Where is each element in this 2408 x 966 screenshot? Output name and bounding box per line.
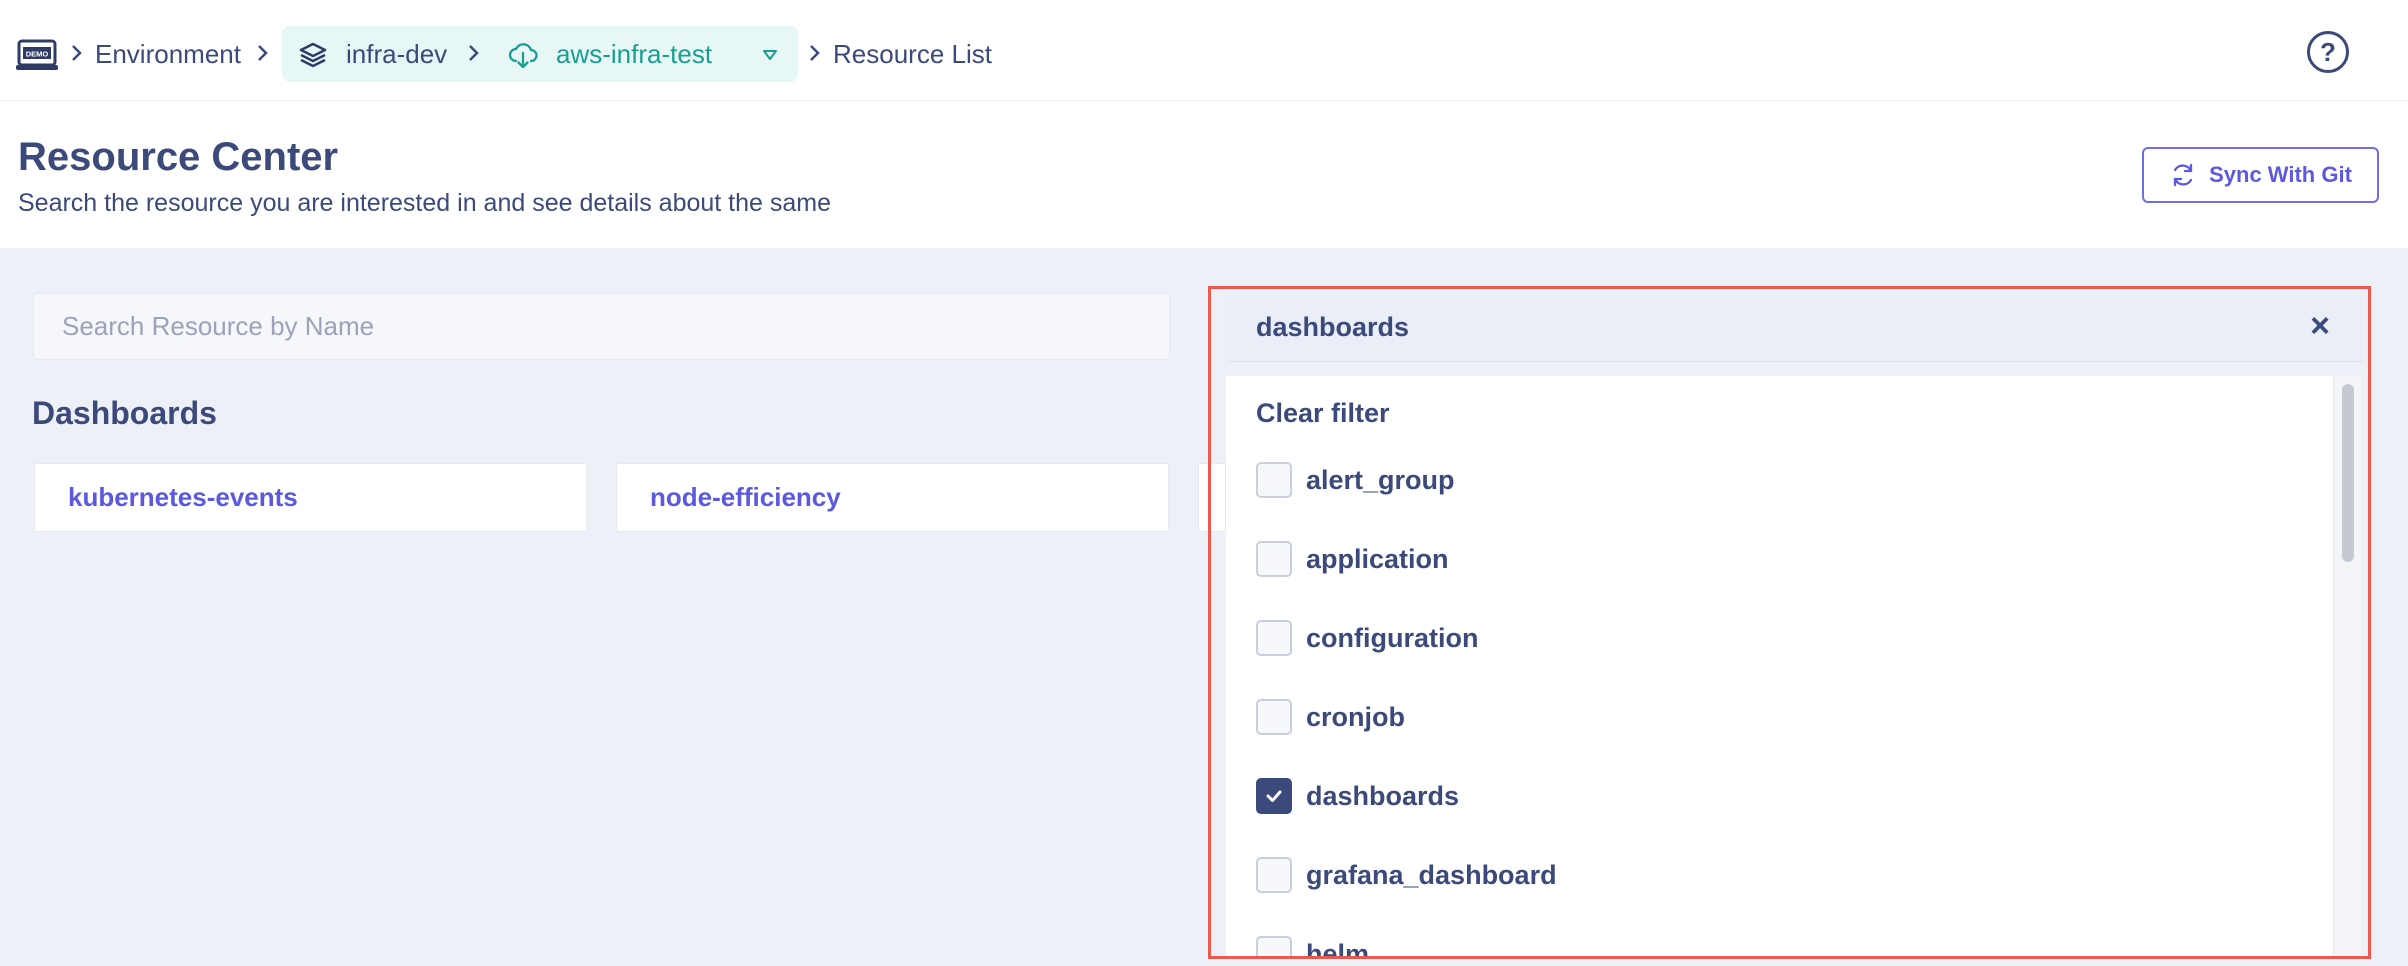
page-title: Resource Center	[18, 135, 339, 179]
refresh-icon	[2173, 163, 2193, 187]
highlight-outline	[1208, 286, 2371, 959]
breadcrumb-environment[interactable]: Environment	[95, 36, 241, 72]
sync-button-label: Sync With Git	[2209, 162, 2352, 187]
search-resource-input[interactable]	[33, 293, 1170, 360]
section-title-dashboards: Dashboards	[32, 395, 217, 431]
resource-card[interactable]: kubernetes-events	[34, 463, 587, 532]
breadcrumb-environment-name[interactable]: aws-infra-test	[556, 36, 712, 72]
chevron-right-icon	[258, 45, 268, 61]
resource-card[interactable]: node-efficiency	[616, 463, 1169, 532]
chevron-right-icon	[72, 45, 82, 61]
logo-text: DEMO	[26, 50, 49, 59]
resource-card-label: node-efficiency	[650, 482, 841, 512]
resource-card-label: kubernetes-events	[68, 482, 298, 512]
help-glyph: ?	[2320, 36, 2336, 67]
chevron-right-icon	[810, 45, 820, 61]
sync-with-git-button[interactable]: Sync With Git	[2142, 147, 2379, 203]
chevron-right-icon	[469, 45, 479, 61]
help-icon[interactable]: ?	[2307, 31, 2349, 73]
chevron-down-icon[interactable]	[762, 48, 778, 62]
page-subtitle: Search the resource you are interested i…	[18, 189, 832, 217]
cloud-download-icon	[508, 43, 538, 69]
breadcrumb-project[interactable]: infra-dev	[346, 36, 447, 72]
breadcrumb-current: Resource List	[833, 39, 992, 69]
demo-logo-icon[interactable]: DEMO	[14, 38, 60, 72]
layers-icon	[299, 42, 327, 68]
